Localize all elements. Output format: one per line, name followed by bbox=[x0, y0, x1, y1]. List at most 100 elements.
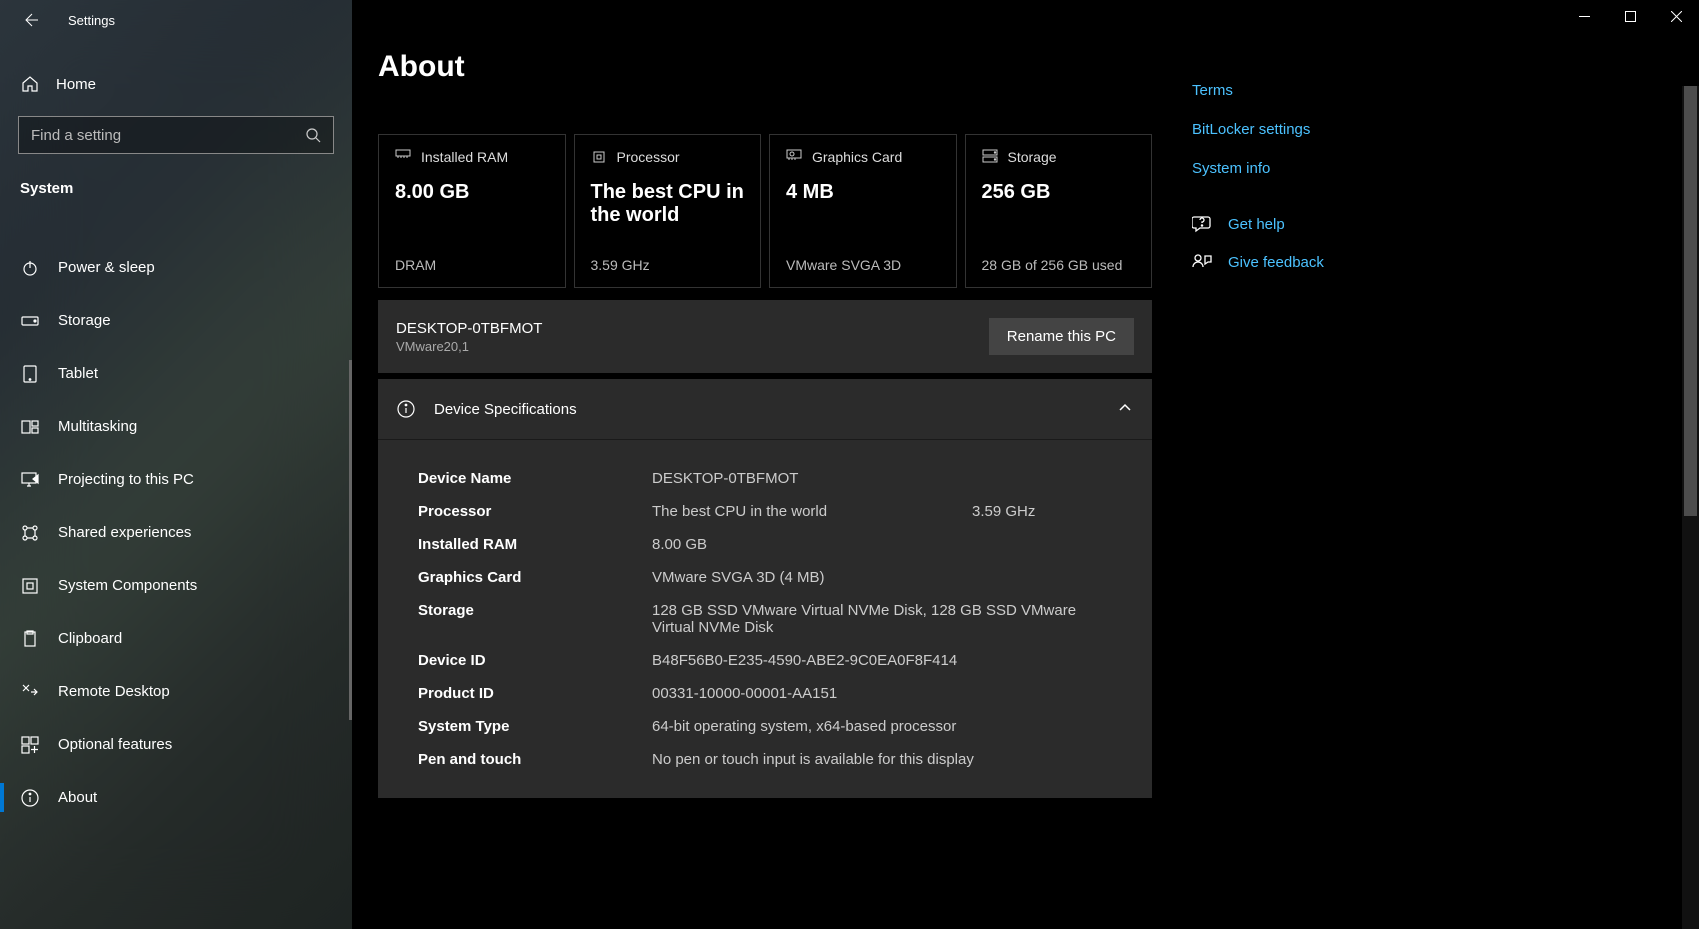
sidebar-home-label: Home bbox=[56, 76, 96, 93]
spec-key: Processor bbox=[418, 503, 652, 520]
summary-cards: Installed RAM 8.00 GB DRAM Processor The… bbox=[378, 134, 1152, 288]
card-gpu[interactable]: Graphics Card 4 MB VMware SVGA 3D bbox=[769, 134, 957, 288]
sidebar-item-multitasking[interactable]: Multitasking bbox=[0, 400, 352, 453]
rename-button[interactable]: Rename this PC bbox=[989, 318, 1134, 355]
card-sub: DRAM bbox=[395, 257, 549, 273]
sidebar: Settings Home System Power & sleep Stora… bbox=[0, 0, 352, 929]
search-input[interactable] bbox=[31, 127, 305, 144]
spec-row-system-type: System Type 64-bit operating system, x64… bbox=[418, 710, 1112, 743]
projecting-icon bbox=[20, 470, 40, 490]
link-system-info[interactable]: System info bbox=[1192, 160, 1432, 177]
spec-key: Device Name bbox=[418, 470, 652, 487]
spec-val: 8.00 GB bbox=[652, 536, 1112, 553]
window-controls bbox=[1561, 0, 1699, 32]
help-icon bbox=[1192, 215, 1212, 233]
minimize-button[interactable] bbox=[1561, 0, 1607, 32]
spec-row-processor: Processor The best CPU in the world 3.59… bbox=[418, 495, 1112, 528]
info-icon bbox=[396, 399, 416, 419]
spec-val: The best CPU in the world bbox=[652, 503, 932, 520]
main-area: About Installed RAM 8.00 GB DRAM Process… bbox=[352, 0, 1699, 929]
link-terms[interactable]: Terms bbox=[1192, 82, 1432, 99]
sidebar-item-system-components[interactable]: System Components bbox=[0, 559, 352, 612]
spec-row-pen-touch: Pen and touch No pen or touch input is a… bbox=[418, 743, 1112, 776]
maximize-button[interactable] bbox=[1607, 0, 1653, 32]
spec-row-ram: Installed RAM 8.00 GB bbox=[418, 528, 1112, 561]
tablet-icon bbox=[20, 364, 40, 384]
sidebar-item-label: Optional features bbox=[58, 736, 172, 753]
search-icon bbox=[305, 127, 321, 143]
spec-key: Storage bbox=[418, 602, 652, 619]
search-container bbox=[0, 108, 352, 166]
card-storage[interactable]: Storage 256 GB 28 GB of 256 GB used bbox=[965, 134, 1153, 288]
related-links: Terms BitLocker settings System info Get… bbox=[1172, 0, 1452, 929]
shared-icon bbox=[20, 523, 40, 543]
sidebar-scrollbar[interactable] bbox=[349, 360, 352, 720]
sidebar-item-label: Multitasking bbox=[58, 418, 137, 435]
scrollbar-thumb[interactable] bbox=[1684, 86, 1697, 516]
card-ram[interactable]: Installed RAM 8.00 GB DRAM bbox=[378, 134, 566, 288]
device-specifications-header[interactable]: Device Specifications bbox=[378, 379, 1152, 440]
search-box[interactable] bbox=[18, 116, 334, 154]
gpu-icon bbox=[786, 149, 802, 165]
sidebar-item-projecting[interactable]: Projecting to this PC bbox=[0, 453, 352, 506]
spec-header-title: Device Specifications bbox=[434, 401, 1100, 418]
sidebar-item-tablet[interactable]: Tablet bbox=[0, 347, 352, 400]
chevron-up-icon bbox=[1118, 401, 1134, 417]
spec-row-device-id: Device ID B48F56B0-E235-4590-ABE2-9C0EA0… bbox=[418, 644, 1112, 677]
card-value: 256 GB bbox=[982, 181, 1136, 204]
sidebar-nav: Power & sleep Storage Tablet Multitaskin… bbox=[0, 241, 352, 824]
main-scrollbar[interactable] bbox=[1682, 86, 1699, 929]
card-value: 8.00 GB bbox=[395, 181, 549, 204]
sidebar-item-power-sleep[interactable]: Power & sleep bbox=[0, 241, 352, 294]
sidebar-item-label: About bbox=[58, 789, 97, 806]
device-info: DESKTOP-0TBFMOT VMware20,1 bbox=[396, 320, 542, 354]
components-icon bbox=[20, 576, 40, 596]
sidebar-item-optional-features[interactable]: Optional features bbox=[0, 718, 352, 771]
card-value: 4 MB bbox=[786, 181, 940, 204]
card-sub: 3.59 GHz bbox=[591, 257, 745, 273]
sidebar-item-clipboard[interactable]: Clipboard bbox=[0, 612, 352, 665]
sidebar-item-label: Clipboard bbox=[58, 630, 122, 647]
spec-val: 64-bit operating system, x64-based proce… bbox=[652, 718, 1112, 735]
spec-val: B48F56B0-E235-4590-ABE2-9C0EA0F8F414 bbox=[652, 652, 1112, 669]
card-cpu[interactable]: Processor The best CPU in the world 3.59… bbox=[574, 134, 762, 288]
help-section: Get help Give feedback bbox=[1192, 215, 1432, 271]
link-get-help[interactable]: Get help bbox=[1228, 216, 1285, 233]
spec-extra: 3.59 GHz bbox=[972, 503, 1035, 520]
link-bitlocker[interactable]: BitLocker settings bbox=[1192, 121, 1432, 138]
card-label: Storage bbox=[1008, 149, 1057, 165]
sidebar-item-about[interactable]: About bbox=[0, 771, 352, 824]
card-sub: 28 GB of 256 GB used bbox=[982, 257, 1136, 273]
spec-val: 128 GB SSD VMware Virtual NVMe Disk, 128… bbox=[652, 602, 1112, 636]
sidebar-item-label: Projecting to this PC bbox=[58, 471, 194, 488]
sidebar-item-remote-desktop[interactable]: Remote Desktop bbox=[0, 665, 352, 718]
spec-key: Installed RAM bbox=[418, 536, 652, 553]
link-feedback[interactable]: Give feedback bbox=[1228, 254, 1324, 271]
storage-icon bbox=[982, 149, 998, 165]
spec-key: Pen and touch bbox=[418, 751, 652, 768]
spec-val: VMware SVGA 3D (4 MB) bbox=[652, 569, 1112, 586]
close-button[interactable] bbox=[1653, 0, 1699, 32]
feedback-icon bbox=[1192, 253, 1212, 271]
sidebar-item-storage[interactable]: Storage bbox=[0, 294, 352, 347]
spec-val: 00331-10000-00001-AA151 bbox=[652, 685, 1112, 702]
maximize-icon bbox=[1625, 11, 1636, 22]
cpu-icon bbox=[591, 149, 607, 165]
remote-icon bbox=[20, 682, 40, 702]
spec-val: DESKTOP-0TBFMOT bbox=[652, 470, 1112, 487]
sidebar-item-label: System Components bbox=[58, 577, 197, 594]
sidebar-home[interactable]: Home bbox=[0, 60, 352, 108]
sidebar-item-shared-experiences[interactable]: Shared experiences bbox=[0, 506, 352, 559]
back-button[interactable] bbox=[20, 10, 40, 30]
card-value: The best CPU in the world bbox=[591, 181, 745, 227]
storage-icon bbox=[20, 311, 40, 331]
sidebar-section-label: System bbox=[0, 166, 352, 211]
arrow-left-icon bbox=[22, 12, 38, 28]
sidebar-item-label: Power & sleep bbox=[58, 259, 155, 276]
page-title: About bbox=[378, 50, 1152, 84]
spec-row-storage: Storage 128 GB SSD VMware Virtual NVMe D… bbox=[418, 594, 1112, 644]
help-row-get-help: Get help bbox=[1192, 215, 1432, 233]
sidebar-item-label: Shared experiences bbox=[58, 524, 191, 541]
device-specifications-panel: Device Specifications Device Name DESKTO… bbox=[378, 379, 1152, 798]
card-label: Processor bbox=[617, 149, 680, 165]
